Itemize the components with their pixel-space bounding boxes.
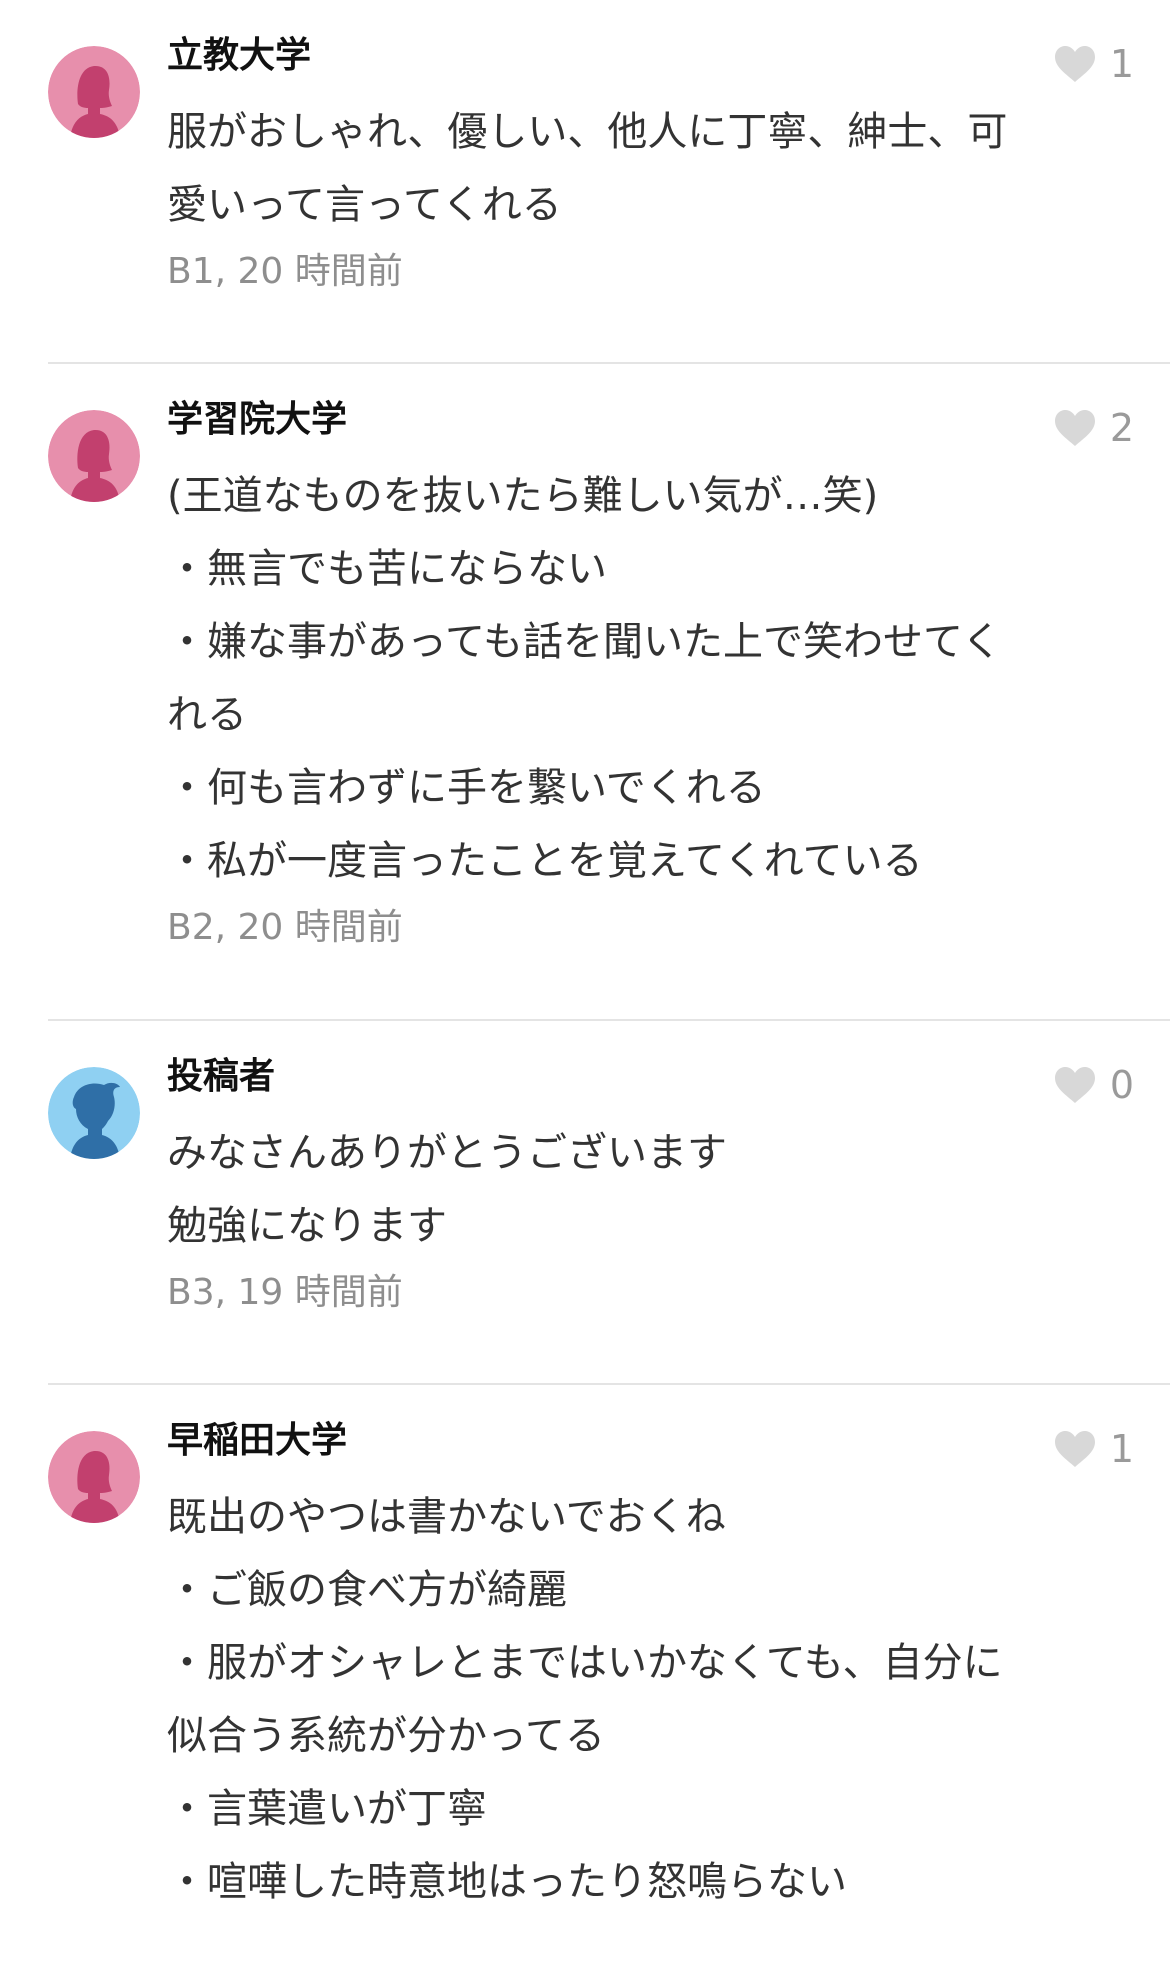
divider: [48, 1383, 1170, 1385]
comment-author[interactable]: 立教大学: [167, 34, 1134, 78]
like-count: 1: [1109, 42, 1134, 86]
like-button[interactable]: 2: [1054, 406, 1134, 450]
comment-author[interactable]: 投稿者: [167, 1055, 1134, 1099]
like-count: 2: [1109, 406, 1134, 450]
like-count: 1: [1109, 1427, 1134, 1471]
comment-body: 既出のやつは書かないでおくね ・ご飯の食べ方が綺麗 ・服がオシャレとまではいかな…: [167, 1481, 1134, 1919]
comment-author[interactable]: 学習院大学: [167, 398, 1134, 442]
comment-text-line: みなさんありがとうございます: [167, 1130, 727, 1176]
comment-text-line: 既出のやつは書かないでおくね: [167, 1494, 726, 1540]
comment-text-line: ・言葉遣いが丁寧: [167, 1786, 487, 1832]
comment-text-line: 似合う系統が分かってる: [167, 1713, 605, 1759]
heart-icon: [1054, 46, 1095, 82]
comment-text-line: (王道なものを抜いたら難しい気が…笑): [167, 473, 879, 519]
heart-icon: [1054, 1067, 1095, 1103]
divider: [48, 1019, 1170, 1021]
female-avatar-icon[interactable]: [48, 46, 140, 138]
comment-text-line: ・ご飯の食べ方が綺麗: [167, 1567, 567, 1613]
heart-icon: [1054, 410, 1095, 446]
comment-text-line: ・無言でも苦にならない: [167, 546, 607, 592]
comment-text-line: ・私が一度言ったことを覚えてくれている: [167, 838, 923, 884]
comment-text-line: れる: [167, 692, 247, 738]
comment-meta: B3, 19 時間前: [167, 1272, 403, 1313]
comment-author[interactable]: 早稲田大学: [167, 1419, 1134, 1463]
comment-text-line: ・喧嘩した時意地はったり怒鳴らない: [167, 1859, 847, 1905]
comment-text-line: ・嫌な事があっても話を聞いた上で笑わせてく: [167, 619, 1002, 665]
divider: [48, 362, 1170, 364]
comment-text-line: 愛いって言ってくれる: [167, 182, 562, 228]
like-count: 0: [1109, 1063, 1134, 1107]
heart-icon: [1054, 1431, 1095, 1467]
comment-body: みなさんありがとうございます 勉強になります: [167, 1117, 1134, 1263]
comment-item: 投稿者 0 みなさんありがとうございます 勉強になります B3, 19 時間前: [0, 1055, 1170, 1323]
comment-text-line: 勉強になります: [167, 1203, 447, 1249]
comment-meta: B2, 20 時間前: [167, 907, 403, 948]
comment-item: 立教大学 1 服がおしゃれ、優しい、他人に丁寧、紳士、可 愛いって言ってくれる …: [0, 34, 1170, 302]
comment-item: 早稲田大学 1 既出のやつは書かないでおくね ・ご飯の食べ方が綺麗 ・服がオシャ…: [0, 1419, 1170, 1919]
comment-meta: B1, 20 時間前: [167, 251, 403, 292]
comment-text-line: ・服がオシャレとまではいかなくても、自分に: [167, 1640, 1003, 1686]
like-button[interactable]: 0: [1054, 1063, 1134, 1107]
comment-body: (王道なものを抜いたら難しい気が…笑) ・無言でも苦にならない ・嫌な事があって…: [167, 460, 1134, 898]
comment-text-line: 服がおしゃれ、優しい、他人に丁寧、紳士、可: [167, 109, 1008, 155]
comment-body: 服がおしゃれ、優しい、他人に丁寧、紳士、可 愛いって言ってくれる: [167, 96, 1134, 242]
comment-text-line: ・何も言わずに手を繋いでくれる: [167, 765, 766, 811]
female-avatar-icon[interactable]: [48, 1431, 140, 1523]
like-button[interactable]: 1: [1054, 42, 1134, 86]
like-button[interactable]: 1: [1054, 1427, 1134, 1471]
female-avatar-icon[interactable]: [48, 410, 140, 502]
male-avatar-icon[interactable]: [48, 1067, 140, 1159]
comment-item: 学習院大学 2 (王道なものを抜いたら難しい気が…笑) ・無言でも苦にならない …: [0, 398, 1170, 958]
